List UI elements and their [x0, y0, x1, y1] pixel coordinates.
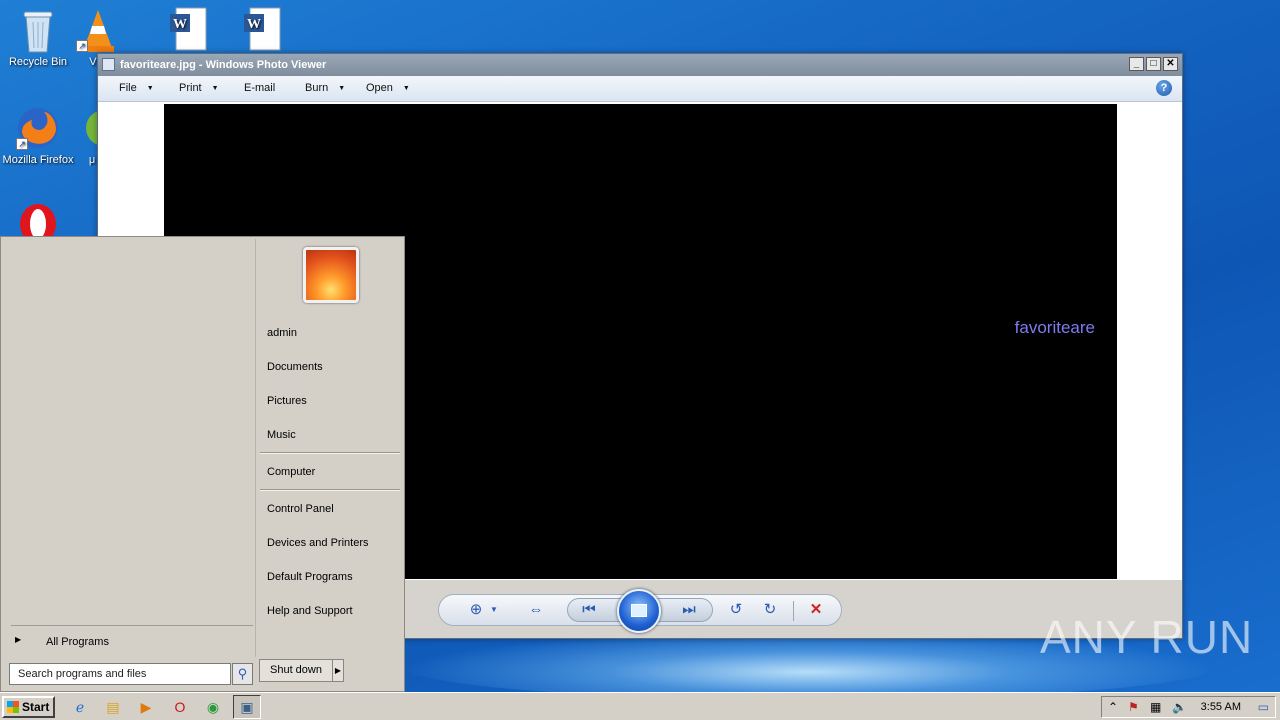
dropdown-arrow-icon: ▼ [211, 85, 219, 92]
menu-file[interactable]: File ▼ [119, 82, 154, 94]
help-icon[interactable]: ? [1156, 80, 1172, 96]
control-bar: ⊕ ▼ ⇔ ⏮ ⏭ ↺ ↻ ✕ [438, 589, 842, 633]
menu-open[interactable]: Open ▼ [366, 82, 410, 94]
rotate-left-icon[interactable]: ↺ [725, 601, 747, 619]
start-menu-programs-pane: ▶ All Programs Search programs and files… [3, 239, 253, 689]
documents-link[interactable]: Documents [267, 361, 323, 373]
media-player-icon[interactable]: ▶ [136, 697, 156, 717]
command-bar: File ▼ Print ▼ E-mail Burn ▼ Open ▼ ? [98, 76, 1182, 102]
dropdown-arrow-icon: ▼ [402, 85, 410, 92]
firefox-icon: ↗ [16, 106, 60, 150]
search-icon[interactable]: ⚲ [232, 663, 253, 685]
chrome-icon[interactable]: ◉ [203, 697, 223, 717]
vlc-icon: ↗ [76, 8, 120, 52]
user-picture-avatar[interactable] [303, 247, 359, 303]
menu-burn[interactable]: Burn ▼ [305, 82, 345, 94]
slideshow-icon [631, 604, 647, 617]
minimize-button[interactable]: _ [1129, 57, 1144, 71]
volume-icon[interactable]: 🔈 [1172, 700, 1187, 714]
photo-viewer-app-icon [102, 58, 115, 71]
photo-viewer-taskbar-icon: ▣ [240, 699, 254, 715]
pictures-link[interactable]: Pictures [267, 395, 307, 407]
svg-text:W: W [247, 17, 261, 32]
search-input[interactable]: Search programs and files [9, 663, 231, 685]
clock[interactable]: 3:55 AM [1201, 701, 1241, 713]
dropdown-arrow-icon: ▼ [338, 85, 346, 92]
help-support-link[interactable]: Help and Support [267, 605, 353, 617]
window-titlebar[interactable]: favoriteare.jpg - Windows Photo Viewer _… [98, 54, 1182, 76]
dropdown-arrow-icon: ▼ [146, 85, 154, 92]
recycle-bin-icon [16, 8, 60, 53]
triangle-right-icon: ▶ [15, 635, 22, 644]
shutdown-options-arrow-icon[interactable]: ▶ [332, 659, 344, 682]
desktop-icon-firefox[interactable]: ↗ Mozilla Firefox [0, 106, 76, 166]
photo-caption: favoriteare [1014, 318, 1095, 337]
close-button[interactable]: ✕ [1163, 57, 1178, 71]
show-desktop-icon[interactable]: ▭ [1258, 700, 1269, 714]
divider [260, 489, 400, 491]
desktop-icon-recycle-bin[interactable]: Recycle Bin [0, 8, 76, 68]
word-document-icon: W [240, 6, 284, 51]
word-document-icon: W [166, 6, 210, 51]
shutdown-button[interactable]: Shut down [259, 659, 333, 682]
all-programs-button[interactable]: ▶ All Programs [11, 625, 253, 653]
system-tray: ⌃ ⚑ ▦ 🔈 3:55 AM ▭ [1101, 696, 1276, 718]
internet-explorer-icon[interactable]: ℯ [70, 697, 90, 717]
actual-size-icon[interactable]: ⇔ [525, 601, 547, 619]
start-button[interactable]: Start [2, 696, 55, 718]
start-menu: ▶ All Programs Search programs and files… [0, 236, 405, 692]
desktop-icon-opera[interactable] [0, 200, 76, 236]
user-name-link[interactable]: admin [267, 327, 297, 339]
next-icon[interactable]: ⏭ [678, 601, 700, 619]
desktop-icon-word-doc-2[interactable]: W [224, 6, 300, 54]
shortcut-arrow-icon: ↗ [16, 138, 28, 150]
taskbar: Start ℯ ▤ ▶ O ◉ ▣ ⌃ ⚑ ▦ 🔈 3:55 AM ▭ [0, 692, 1280, 720]
divider [260, 452, 400, 454]
opera-taskbar-icon[interactable]: O [170, 697, 190, 717]
maximize-button[interactable]: □ [1146, 57, 1161, 71]
show-hidden-icons-icon[interactable]: ⌃ [1108, 700, 1118, 714]
opera-icon [16, 200, 60, 236]
menu-print[interactable]: Print ▼ [179, 82, 219, 94]
network-icon[interactable]: ▦ [1150, 700, 1161, 714]
photo-viewer-taskbar-button[interactable]: ▣ [233, 695, 261, 719]
start-menu-places-pane: admin Documents Pictures Music Computer … [255, 239, 404, 657]
svg-text:W: W [173, 17, 187, 32]
windows-logo-icon [7, 701, 19, 713]
anyrun-watermark: ANY RUN [1040, 611, 1254, 663]
file-explorer-icon[interactable]: ▤ [103, 697, 123, 717]
zoom-dropdown-icon[interactable]: ▼ [483, 601, 505, 619]
music-link[interactable]: Music [267, 429, 296, 441]
default-programs-link[interactable]: Default Programs [267, 571, 353, 583]
slideshow-button[interactable] [617, 589, 661, 633]
computer-link[interactable]: Computer [267, 466, 315, 478]
menu-email[interactable]: E-mail [244, 82, 275, 94]
window-title: favoriteare.jpg - Windows Photo Viewer [120, 59, 327, 71]
action-center-flag-icon[interactable]: ⚑ [1128, 700, 1139, 714]
delete-icon[interactable]: ✕ [805, 601, 827, 619]
separator [793, 601, 794, 621]
desktop-icon-word-doc-1[interactable]: W [150, 6, 226, 54]
rotate-right-icon[interactable]: ↻ [759, 601, 781, 619]
devices-printers-link[interactable]: Devices and Printers [267, 537, 369, 549]
control-panel-link[interactable]: Control Panel [267, 503, 334, 515]
shortcut-arrow-icon: ↗ [76, 40, 88, 52]
previous-icon[interactable]: ⏮ [578, 601, 600, 619]
